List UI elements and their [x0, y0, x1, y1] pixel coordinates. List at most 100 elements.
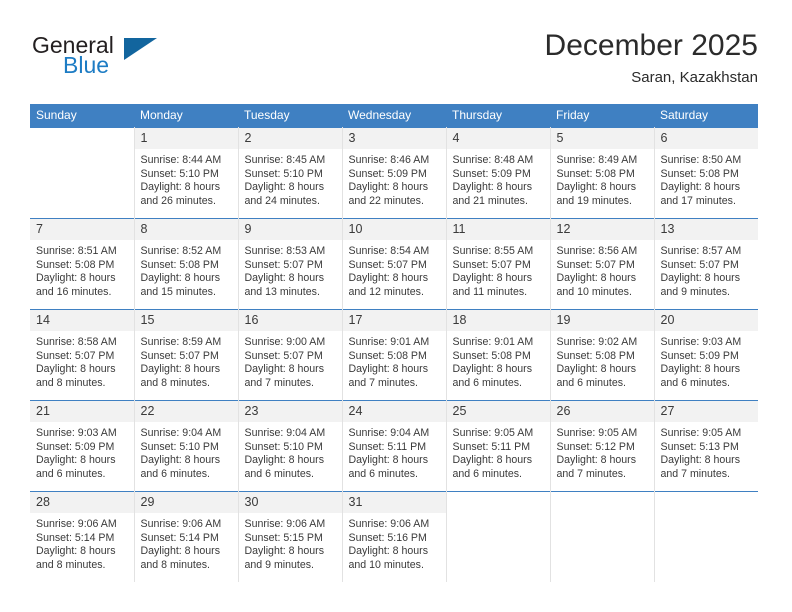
day-cell[interactable]: 17 Sunrise: 9:01 AM Sunset: 5:08 PM Dayl…: [342, 309, 447, 401]
day-cell[interactable]: 31 Sunrise: 9:06 AM Sunset: 5:16 PM Dayl…: [342, 491, 447, 582]
day-cell[interactable]: 30 Sunrise: 9:06 AM Sunset: 5:15 PM Dayl…: [238, 491, 343, 582]
day-cell[interactable]: 18 Sunrise: 9:01 AM Sunset: 5:08 PM Dayl…: [446, 309, 551, 401]
day-cell[interactable]: 14 Sunrise: 8:58 AM Sunset: 5:07 PM Dayl…: [30, 309, 135, 401]
day-number: 29: [134, 492, 238, 514]
day-info: Sunrise: 9:06 AM Sunset: 5:16 PM Dayligh…: [343, 514, 446, 572]
sunrise-text: Sunrise: 8:44 AM: [140, 154, 222, 166]
calendar-week-row: 7 Sunrise: 8:51 AM Sunset: 5:08 PM Dayli…: [30, 218, 759, 310]
day-number: 3: [342, 128, 446, 150]
daylight-text-line2: and 8 minutes.: [140, 558, 211, 571]
day-cell[interactable]: 4 Sunrise: 8:48 AM Sunset: 5:09 PM Dayli…: [446, 127, 551, 219]
daylight-text-line1: Daylight: 8 hours: [244, 363, 325, 376]
day-cell[interactable]: 10 Sunrise: 8:54 AM Sunset: 5:07 PM Dayl…: [342, 218, 447, 310]
day-info: Sunrise: 9:06 AM Sunset: 5:14 PM Dayligh…: [30, 514, 134, 572]
daylight-text-line2: and 6 minutes.: [452, 467, 523, 480]
daylight-text-line2: and 7 minutes.: [348, 376, 419, 389]
day-number: 8: [134, 219, 238, 241]
general-blue-logo[interactable]: General Blue: [30, 32, 230, 88]
day-cell[interactable]: 12 Sunrise: 8:56 AM Sunset: 5:07 PM Dayl…: [550, 218, 655, 310]
sunset-text: Sunset: 5:12 PM: [556, 440, 635, 453]
day-cell[interactable]: 28 Sunrise: 9:06 AM Sunset: 5:14 PM Dayl…: [30, 491, 135, 582]
day-number: 16: [238, 310, 342, 332]
sunset-text: Sunset: 5:08 PM: [660, 167, 739, 180]
day-number: 1: [134, 128, 238, 150]
day-cell[interactable]: 7 Sunrise: 8:51 AM Sunset: 5:08 PM Dayli…: [30, 218, 135, 310]
day-number: 31: [342, 492, 446, 514]
day-number: 19: [550, 310, 654, 332]
logo-text-blue: Blue: [63, 52, 110, 78]
day-cell[interactable]: 13 Sunrise: 8:57 AM Sunset: 5:07 PM Dayl…: [654, 218, 759, 310]
day-cell[interactable]: 25 Sunrise: 9:05 AM Sunset: 5:11 PM Dayl…: [446, 400, 551, 492]
daylight-text-line2: and 10 minutes.: [556, 285, 632, 298]
day-cell[interactable]: 3 Sunrise: 8:46 AM Sunset: 5:09 PM Dayli…: [342, 127, 447, 219]
daylight-text-line1: Daylight: 8 hours: [452, 363, 533, 376]
sunrise-text: Sunrise: 8:53 AM: [244, 245, 326, 257]
day-cell[interactable]: 19 Sunrise: 9:02 AM Sunset: 5:08 PM Dayl…: [550, 309, 655, 401]
day-cell[interactable]: 1 Sunrise: 8:44 AM Sunset: 5:10 PM Dayli…: [134, 127, 239, 219]
day-cell[interactable]: 26 Sunrise: 9:05 AM Sunset: 5:12 PM Dayl…: [550, 400, 655, 492]
sunset-text: Sunset: 5:07 PM: [556, 258, 635, 271]
sunrise-text: Sunrise: 8:59 AM: [140, 336, 222, 348]
sunset-text: Sunset: 5:08 PM: [556, 167, 635, 180]
page-title: December 2025: [544, 29, 758, 62]
day-cell[interactable]: 5 Sunrise: 8:49 AM Sunset: 5:08 PM Dayli…: [550, 127, 655, 219]
day-cell[interactable]: 29 Sunrise: 9:06 AM Sunset: 5:14 PM Dayl…: [134, 491, 239, 582]
daylight-text-line1: Daylight: 8 hours: [556, 363, 637, 376]
daylight-text-line2: and 9 minutes.: [244, 558, 315, 571]
day-number: [654, 492, 758, 514]
sunset-text: Sunset: 5:14 PM: [140, 531, 219, 544]
day-cell[interactable]: 2 Sunrise: 8:45 AM Sunset: 5:10 PM Dayli…: [238, 127, 343, 219]
daylight-text-line1: Daylight: 8 hours: [660, 272, 741, 285]
sunset-text: Sunset: 5:07 PM: [244, 258, 323, 271]
day-cell[interactable]: 23 Sunrise: 9:04 AM Sunset: 5:10 PM Dayl…: [238, 400, 343, 492]
day-cell[interactable]: 8 Sunrise: 8:52 AM Sunset: 5:08 PM Dayli…: [134, 218, 239, 310]
day-cell: [446, 491, 551, 582]
day-cell[interactable]: 6 Sunrise: 8:50 AM Sunset: 5:08 PM Dayli…: [654, 127, 758, 219]
calendar-week-row: 28 Sunrise: 9:06 AM Sunset: 5:14 PM Dayl…: [30, 491, 758, 582]
day-cell[interactable]: 15 Sunrise: 8:59 AM Sunset: 5:07 PM Dayl…: [134, 309, 239, 401]
day-info: Sunrise: 9:03 AM Sunset: 5:09 PM Dayligh…: [30, 423, 134, 481]
day-cell[interactable]: 20 Sunrise: 9:03 AM Sunset: 5:09 PM Dayl…: [654, 309, 758, 401]
weekday-header-sunday: Sunday: [30, 104, 134, 128]
day-number: 18: [446, 310, 550, 332]
sunrise-text: Sunrise: 9:05 AM: [556, 427, 638, 439]
sunrise-text: Sunrise: 8:58 AM: [36, 336, 117, 348]
daylight-text-line2: and 6 minutes.: [36, 467, 106, 480]
sunset-text: Sunset: 5:07 PM: [140, 349, 219, 362]
daylight-text-line2: and 10 minutes.: [348, 558, 424, 571]
day-number: 14: [30, 310, 134, 332]
day-cell[interactable]: 9 Sunrise: 8:53 AM Sunset: 5:07 PM Dayli…: [238, 218, 343, 310]
day-info: Sunrise: 8:57 AM Sunset: 5:07 PM Dayligh…: [655, 241, 759, 299]
calendar-table: Sunday Monday Tuesday Wednesday Thursday…: [30, 104, 758, 582]
daylight-text-line1: Daylight: 8 hours: [244, 545, 325, 558]
day-cell[interactable]: 16 Sunrise: 9:00 AM Sunset: 5:07 PM Dayl…: [238, 309, 343, 401]
sunset-text: Sunset: 5:09 PM: [36, 440, 115, 453]
sunrise-text: Sunrise: 9:00 AM: [244, 336, 326, 348]
daylight-text-line2: and 26 minutes.: [140, 194, 216, 207]
daylight-text-line2: and 6 minutes.: [140, 467, 211, 480]
calendar-header-row: Sunday Monday Tuesday Wednesday Thursday…: [30, 104, 758, 128]
calendar-week-row: 21 Sunrise: 9:03 AM Sunset: 5:09 PM Dayl…: [30, 400, 758, 492]
day-info: Sunrise: 9:06 AM Sunset: 5:14 PM Dayligh…: [135, 514, 238, 572]
day-number: 20: [654, 310, 758, 332]
day-info: Sunrise: 9:00 AM Sunset: 5:07 PM Dayligh…: [239, 332, 342, 390]
day-info: Sunrise: 8:59 AM Sunset: 5:07 PM Dayligh…: [135, 332, 238, 390]
day-cell[interactable]: 24 Sunrise: 9:04 AM Sunset: 5:11 PM Dayl…: [342, 400, 447, 492]
day-cell[interactable]: 21 Sunrise: 9:03 AM Sunset: 5:09 PM Dayl…: [30, 400, 135, 492]
day-info: Sunrise: 8:52 AM Sunset: 5:08 PM Dayligh…: [135, 241, 238, 299]
sunrise-text: Sunrise: 9:03 AM: [36, 427, 117, 439]
sunrise-text: Sunrise: 8:52 AM: [140, 245, 222, 257]
weekday-header-wednesday: Wednesday: [342, 104, 446, 128]
day-cell[interactable]: 11 Sunrise: 8:55 AM Sunset: 5:07 PM Dayl…: [446, 218, 551, 310]
day-info: Sunrise: 8:48 AM Sunset: 5:09 PM Dayligh…: [447, 150, 550, 208]
day-number: 30: [238, 492, 342, 514]
daylight-text-line2: and 11 minutes.: [452, 285, 528, 298]
page-subtitle: Saran, Kazakhstan: [631, 69, 758, 86]
sunrise-text: Sunrise: 9:06 AM: [244, 518, 326, 530]
day-cell[interactable]: 22 Sunrise: 9:04 AM Sunset: 5:10 PM Dayl…: [134, 400, 239, 492]
day-cell[interactable]: 27 Sunrise: 9:05 AM Sunset: 5:13 PM Dayl…: [654, 400, 758, 492]
day-number: 10: [342, 219, 446, 241]
sunset-text: Sunset: 5:08 PM: [140, 258, 219, 271]
sunrise-text: Sunrise: 8:50 AM: [660, 154, 742, 166]
day-number: 4: [446, 128, 550, 150]
